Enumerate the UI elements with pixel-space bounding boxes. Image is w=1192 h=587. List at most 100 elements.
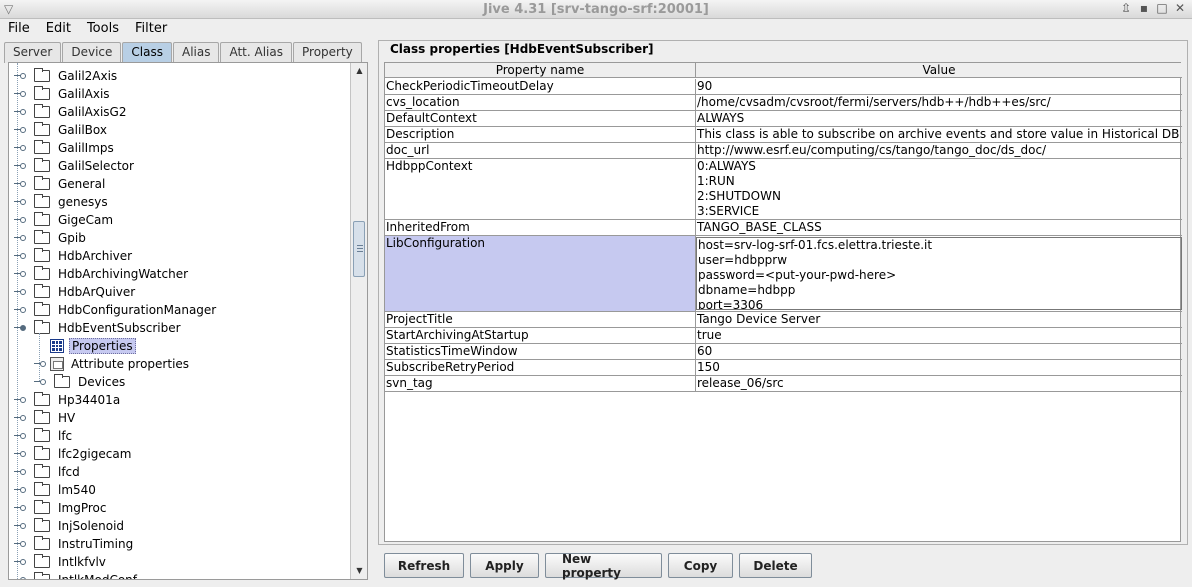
copy-button[interactable]: Copy [668,553,733,578]
table-row[interactable]: StatisticsTimeWindow 60 [385,344,1182,360]
expand-toggle-icon[interactable] [14,143,26,153]
table-row[interactable]: InheritedFrom TANGO_BASE_CLASS [385,220,1182,236]
scroll-down-icon[interactable]: ▼ [351,563,367,579]
expand-toggle-icon[interactable] [14,413,26,423]
table-row[interactable]: DefaultContext ALWAYS [385,111,1182,127]
maximize-icon[interactable]: □ [1156,1,1168,15]
property-name-cell[interactable]: DefaultContext [385,111,696,126]
table-row[interactable]: Description This class is able to subscri… [385,127,1182,143]
tab-property[interactable]: Property [293,42,362,63]
menu-file[interactable]: File [0,19,38,39]
property-name-cell[interactable]: StartArchivingAtStartup [385,328,696,343]
property-value-cell[interactable]: Tango Device Server [696,312,1182,327]
property-value-cell[interactable]: ALWAYS [696,111,1182,126]
tree-child-item[interactable]: Attribute properties [34,355,191,373]
scrollbar-thumb[interactable] [353,221,365,277]
expand-toggle-icon[interactable] [14,557,26,567]
expand-toggle-icon[interactable] [14,233,26,243]
menu-edit[interactable]: Edit [38,19,79,39]
tree-class-item[interactable]: IntlkModConf [14,571,139,579]
table-row[interactable]: CheckPeriodicTimeoutDelay 90 [385,79,1182,95]
expand-toggle-icon[interactable] [14,395,26,405]
expand-toggle-icon[interactable] [14,287,26,297]
expand-toggle-icon[interactable] [14,521,26,531]
property-value-cell[interactable]: This class is able to subscribe on archi… [696,127,1182,142]
tree-scrollbar[interactable]: ▲ ▼ [350,63,367,579]
tree-class-item[interactable]: GalilBox [14,121,109,139]
expand-toggle-icon[interactable] [14,251,26,261]
tree-class-item[interactable]: HdbArQuiver [14,283,137,301]
tab-alias[interactable]: Alias [172,42,220,63]
expand-toggle-icon[interactable] [14,539,26,549]
new-property-button[interactable]: New property [545,552,662,580]
refresh-button[interactable]: Refresh [384,553,464,578]
property-name-cell[interactable]: doc_url [385,143,696,158]
tree-class-item[interactable]: Hp34401a [14,391,122,409]
tree-class-item[interactable]: lfcd [14,463,82,481]
expand-toggle-icon[interactable] [14,467,26,477]
expand-toggle-icon[interactable] [14,485,26,495]
expand-toggle-icon[interactable] [14,71,26,81]
table-row[interactable]: svn_tag release_06/src [385,376,1182,392]
tree-child-item[interactable]: Devices [34,373,127,391]
table-row[interactable]: HdbppContext 0:ALWAYS 1:RUN 2:SHUTDOWN 3:… [385,159,1182,220]
tree-class-item[interactable]: InjSolenoid [14,517,126,535]
property-value-cell[interactable]: host=srv-log-srf-01.fcs.elettra.trieste.… [696,237,1182,310]
property-value-cell[interactable]: 90 [696,79,1182,94]
property-value-cell[interactable]: /home/cvsadm/cvsroot/fermi/servers/hdb++… [696,95,1182,110]
tree-class-item[interactable]: Galil2Axis [14,67,119,85]
tree-class-item[interactable]: HdbArchiver [14,247,134,265]
tree-class-item[interactable]: ImgProc [14,499,108,517]
property-value-cell[interactable]: 150 [696,360,1182,375]
property-value-cell[interactable]: TANGO_BASE_CLASS [696,220,1182,235]
tree-class-item[interactable]: GalilAxis [14,85,112,103]
column-header-value[interactable]: Value [696,63,1182,77]
property-name-cell[interactable]: SubscribeRetryPeriod [385,360,696,375]
tree-class-item[interactable]: lm540 [14,481,98,499]
expand-toggle-icon[interactable] [14,431,26,441]
expand-toggle-icon[interactable] [14,305,26,315]
property-value-cell[interactable]: 60 [696,344,1182,359]
property-name-cell[interactable]: StatisticsTimeWindow [385,344,696,359]
tree-class-item[interactable]: Intlkfvlv [14,553,108,571]
tab-device[interactable]: Device [62,42,122,63]
minimize-icon[interactable]: ▪ [1138,1,1150,15]
tree-class-item[interactable]: lfc [14,427,74,445]
tree-class-item[interactable]: GalilAxisG2 [14,103,128,121]
property-name-cell[interactable]: CheckPeriodicTimeoutDelay [385,79,696,94]
table-row[interactable]: StartArchivingAtStartup true [385,328,1182,344]
delete-button[interactable]: Delete [739,553,812,578]
tree-class-item[interactable]: InstruTiming [14,535,135,553]
tree-class-item[interactable]: genesys [14,193,110,211]
property-name-cell[interactable]: HdbppContext [385,159,696,219]
expand-toggle-icon[interactable] [14,215,26,225]
scroll-up-icon[interactable]: ▲ [351,63,367,79]
expand-toggle-icon[interactable] [14,503,26,513]
tab-class[interactable]: Class [122,42,172,63]
tree-class-item[interactable]: HV [14,409,77,427]
column-header-property-name[interactable]: Property name [385,63,696,77]
expand-toggle-icon[interactable] [14,269,26,279]
class-tree[interactable]: Galil2Axis GalilAxis GalilAxisG2 GalilBox Ga… [9,63,349,579]
table-row[interactable]: doc_url http://www.esrf.eu/computing/cs/t… [385,143,1182,159]
tree-child-item[interactable]: Properties [34,337,136,355]
expand-toggle-icon[interactable] [14,125,26,135]
tab-att-alias[interactable]: Att. Alias [220,42,292,63]
tree-class-item[interactable]: GigeCam [14,211,115,229]
expand-toggle-icon[interactable] [14,323,26,333]
property-name-cell[interactable]: svn_tag [385,376,696,391]
property-value-cell[interactable]: 0:ALWAYS 1:RUN 2:SHUTDOWN 3:SERVICE [696,159,1182,219]
property-value-cell[interactable]: true [696,328,1182,343]
property-name-cell[interactable]: cvs_location [385,95,696,110]
table-row[interactable]: cvs_location/home/cvsadm/cvsroot/fermi/s… [385,95,1182,111]
tree-class-item[interactable]: General [14,175,107,193]
tree-class-item[interactable]: HdbArchivingWatcher [14,265,190,283]
expand-toggle-icon[interactable] [14,161,26,171]
expand-toggle-icon[interactable] [14,89,26,99]
tree-class-item[interactable]: HdbConfigurationManager [14,301,218,319]
expand-toggle-icon[interactable] [14,107,26,117]
table-row[interactable]: ProjectTitle Tango Device Server [385,312,1182,328]
close-icon[interactable]: ✕ [1174,1,1186,15]
tree-class-item[interactable]: GalilImps [14,139,116,157]
property-value-cell[interactable]: http://www.esrf.eu/computing/cs/tango/ta… [696,143,1182,158]
